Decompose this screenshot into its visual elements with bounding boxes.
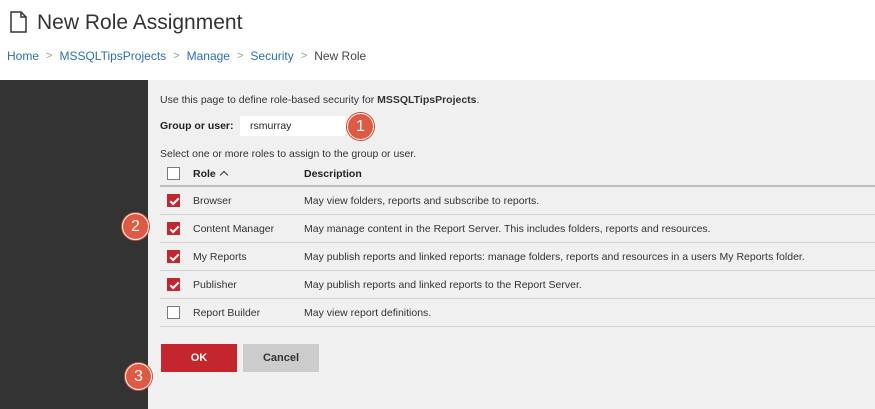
intro-prefix: Use this page to define role-based secur… [160, 94, 378, 106]
role-description: May publish reports and linked reports t… [304, 278, 582, 291]
breadcrumb-separator: > [173, 50, 180, 62]
page-header: New Role Assignment Home > MSSQLTipsProj… [0, 0, 875, 80]
breadcrumb-separator: > [236, 50, 244, 62]
role-description: May publish reports and linked reports: … [304, 250, 805, 263]
role-description: May manage content in the Report Server.… [304, 222, 711, 235]
table-row: Browser May view folders, reports and su… [160, 187, 875, 215]
intro-target: MSSQLTipsProjects [377, 94, 477, 106]
role-name: Browser [193, 194, 232, 207]
role-column-label: Role [193, 167, 216, 180]
breadcrumb-manage[interactable]: Manage [187, 49, 230, 63]
role-checkbox[interactable] [167, 278, 180, 291]
role-checkbox[interactable] [167, 306, 180, 319]
role-column-header[interactable]: Role [193, 167, 229, 180]
description-column-header: Description [304, 167, 362, 180]
callout-badge-3: 3 [125, 363, 152, 390]
table-row: Publisher May publish reports and linked… [160, 271, 875, 299]
breadcrumb-separator: > [300, 50, 308, 62]
ok-button[interactable]: OK [161, 344, 237, 372]
role-checkbox[interactable] [167, 250, 180, 263]
role-description: May view report definitions. [304, 306, 432, 319]
group-or-user-label: Group or user: [160, 120, 234, 132]
breadcrumb-home[interactable]: Home [7, 49, 39, 63]
table-row: Content Manager May manage content in th… [160, 215, 875, 243]
document-icon [10, 11, 27, 33]
select-roles-text: Select one or more roles to assign to th… [160, 148, 417, 160]
role-name: Content Manager [193, 222, 275, 235]
group-or-user-input[interactable] [240, 116, 345, 136]
roles-table: Role Description Browser May view folder… [160, 162, 875, 327]
table-header-row: Role Description [160, 162, 875, 187]
cancel-button[interactable]: Cancel [243, 344, 319, 372]
breadcrumb-project[interactable]: MSSQLTipsProjects [59, 49, 166, 63]
callout-badge-2: 2 [122, 213, 149, 240]
intro-suffix: . [476, 94, 480, 106]
breadcrumb-security[interactable]: Security [250, 49, 293, 63]
role-name: Report Builder [193, 306, 261, 319]
role-checkbox[interactable] [167, 222, 180, 235]
role-assignment-panel: Use this page to define role-based secur… [148, 80, 875, 409]
sort-ascending-icon [219, 170, 229, 179]
breadcrumb-current: New Role [314, 49, 367, 63]
sidebar [0, 80, 148, 409]
breadcrumb-separator: > [46, 50, 53, 62]
page-title: New Role Assignment [37, 11, 243, 34]
breadcrumb: Home > MSSQLTipsProjects > Manage > Secu… [7, 49, 366, 63]
role-description: May view folders, reports and subscribe … [304, 194, 540, 207]
callout-badge-1: 1 [347, 113, 374, 140]
select-all-checkbox[interactable] [167, 167, 180, 180]
intro-text: Use this page to define role-based secur… [160, 94, 479, 106]
role-name: Publisher [193, 278, 237, 291]
role-checkbox[interactable] [167, 194, 180, 207]
table-row: Report Builder May view report definitio… [160, 299, 875, 327]
table-row: My Reports May publish reports and linke… [160, 243, 875, 271]
role-name: My Reports [193, 250, 247, 263]
